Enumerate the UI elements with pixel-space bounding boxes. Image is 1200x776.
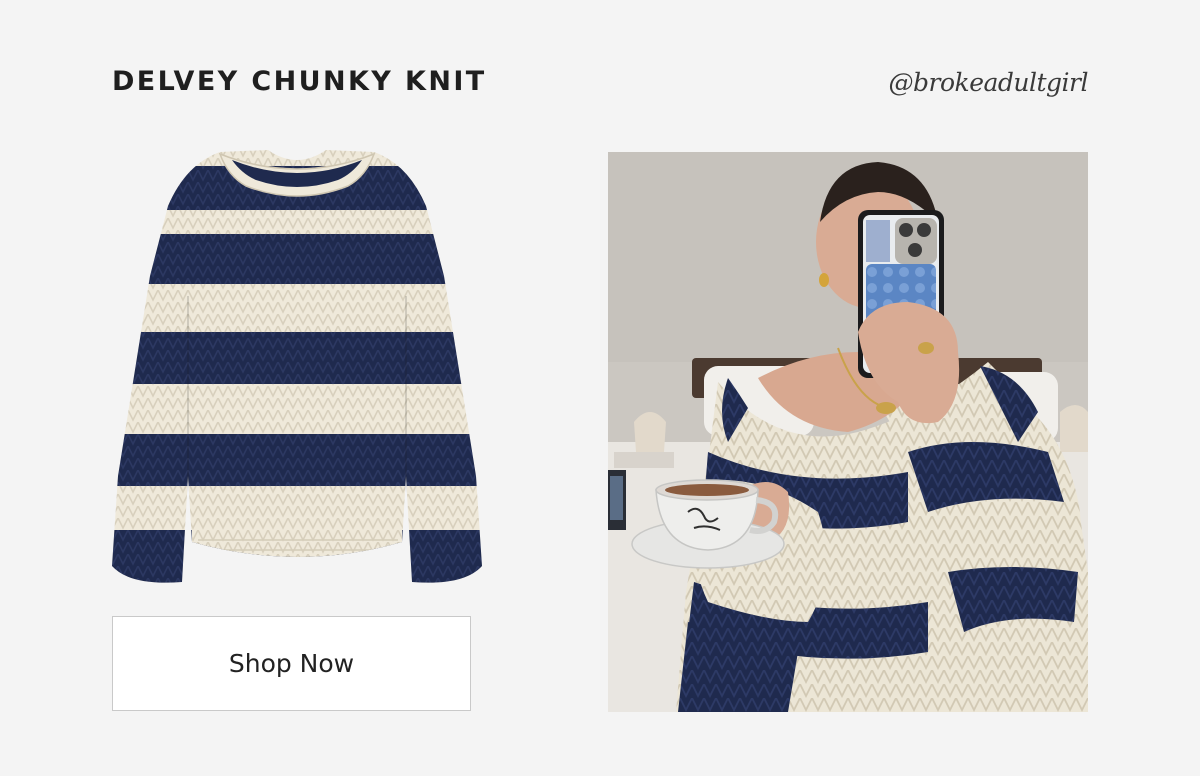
product-title: DELVEY CHUNKY KNIT [112,66,487,97]
sweater-product-image[interactable] [108,146,486,590]
lifestyle-photo [608,152,1088,712]
shop-now-button[interactable]: Shop Now [112,616,471,711]
instagram-handle[interactable]: @brokeadultgirl [889,68,1089,97]
